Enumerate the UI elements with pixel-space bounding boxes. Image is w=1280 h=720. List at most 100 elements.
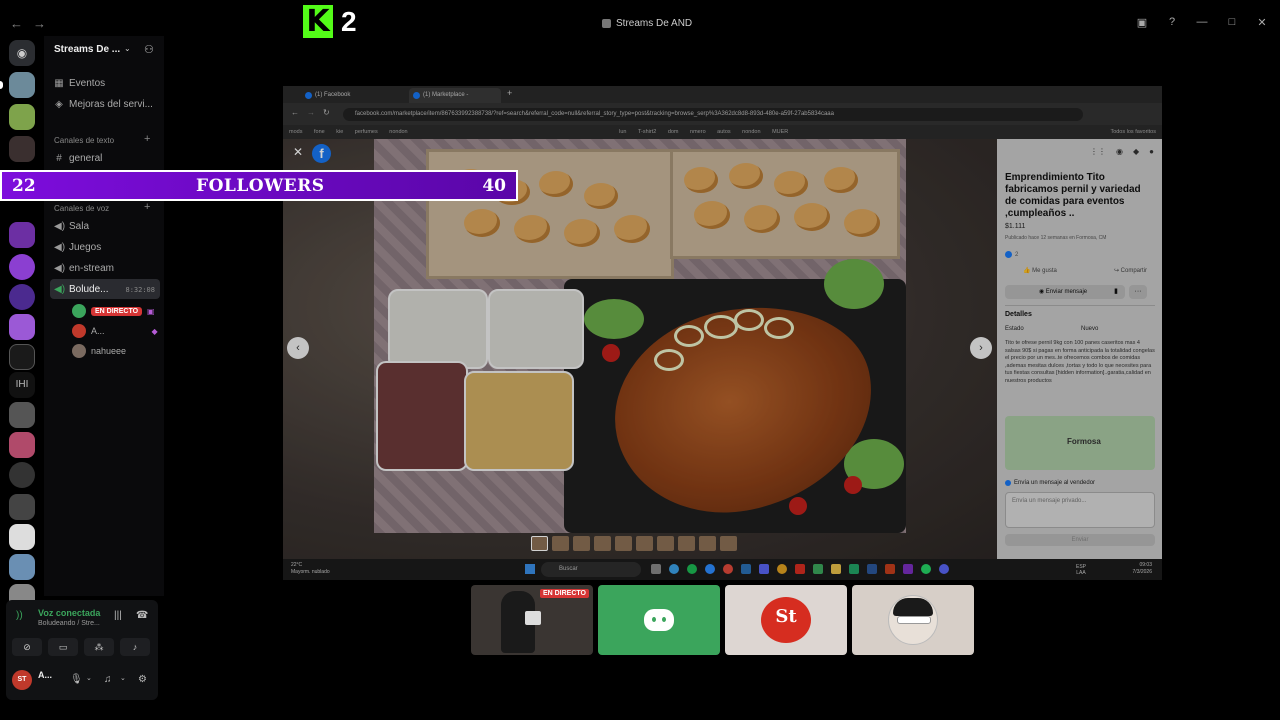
task-view-icon[interactable]: [651, 564, 661, 574]
voice-user-1[interactable]: EN DIRECTO ▣: [72, 304, 155, 318]
channel-general[interactable]: # general: [54, 153, 102, 164]
menu-grid-icon[interactable]: ⋮⋮: [1090, 147, 1106, 156]
bookmark[interactable]: perfumes: [355, 129, 378, 135]
bookmark[interactable]: T-shirt2: [638, 129, 656, 135]
discord-home-icon[interactable]: ◉: [9, 40, 35, 66]
bookmark[interactable]: kie: [336, 129, 343, 135]
sidebar-item-mejoras[interactable]: ◈ Mejoras del servi...: [54, 99, 153, 110]
chrome-icon[interactable]: [723, 564, 733, 574]
like-button[interactable]: 👍 Me gusta: [1023, 267, 1057, 274]
bookmark[interactable]: lun: [619, 129, 626, 135]
bookmark[interactable]: MUER: [772, 129, 788, 135]
all-bookmarks[interactable]: Todos los favoritos: [1110, 125, 1156, 139]
more-options-button[interactable]: ···: [1129, 285, 1147, 299]
stream-view[interactable]: (1) Facebook (1) Marketplace - Emprendim…: [283, 86, 1162, 580]
thumbnail[interactable]: [573, 536, 590, 551]
server-icon-1[interactable]: [9, 72, 35, 98]
help-icon[interactable]: ?: [1166, 16, 1178, 29]
whatsapp-icon[interactable]: [921, 564, 931, 574]
chevron-down-icon[interactable]: ⌄: [86, 674, 92, 682]
participant-tile-stallium[interactable]: St: [725, 585, 847, 655]
voice-channel-juegos[interactable]: ◀) Juegos: [54, 242, 101, 253]
microphone-icon[interactable]: 🎙: [70, 674, 83, 685]
thumbnail[interactable]: [636, 536, 653, 551]
category-voice-channels[interactable]: Canales de voz: [54, 204, 109, 213]
server-icon-8[interactable]: [9, 344, 35, 370]
app-icon[interactable]: [885, 564, 895, 574]
server-icon-4[interactable]: [9, 222, 35, 248]
server-icon-6[interactable]: [9, 284, 35, 310]
edge-icon[interactable]: [705, 564, 715, 574]
back-icon[interactable]: ←: [291, 108, 299, 117]
category-text-channels[interactable]: Canales de texto: [54, 136, 114, 145]
server-icon-15[interactable]: [9, 554, 35, 580]
voice-channel-en-stream[interactable]: ◀) en-stream: [54, 263, 114, 274]
gear-icon[interactable]: ⚙: [138, 674, 147, 685]
activities-button[interactable]: ⁂: [84, 638, 114, 656]
bookmark[interactable]: nondon: [389, 129, 407, 135]
guild-name[interactable]: Streams De ...: [54, 44, 120, 55]
app-icon[interactable]: [795, 564, 805, 574]
reload-icon[interactable]: ↻: [323, 108, 330, 117]
reactions[interactable]: 2: [1005, 251, 1018, 258]
avatar[interactable]: ST: [12, 670, 32, 690]
thumbnail[interactable]: [720, 536, 737, 551]
forward-icon[interactable]: →: [307, 108, 315, 117]
share-button[interactable]: ↪ Compartir: [1114, 267, 1147, 274]
server-icon-7[interactable]: [9, 314, 35, 340]
thumbnail[interactable]: [678, 536, 695, 551]
weather-widget[interactable]: 22°C Mayorm. nublado: [291, 562, 330, 576]
participant-tile-streamer[interactable]: EN DIRECTO: [471, 585, 593, 655]
voice-user-2[interactable]: A... ◆: [72, 324, 158, 338]
chevron-down-icon[interactable]: ⌄: [120, 674, 126, 682]
server-icon-5[interactable]: [9, 254, 35, 280]
server-icon-9[interactable]: IHI: [9, 372, 35, 398]
excel-icon[interactable]: [849, 564, 859, 574]
thumbnail[interactable]: [531, 536, 548, 551]
add-voice-channel-icon[interactable]: +: [144, 201, 150, 213]
language-indicator[interactable]: ESP LAA: [1076, 564, 1086, 576]
taskbar-clock[interactable]: 09:03 7/3/2026: [1133, 562, 1152, 576]
profile-avatar-icon[interactable]: ●: [1149, 147, 1154, 156]
chrome-icon[interactable]: [777, 564, 787, 574]
thumbnail[interactable]: [552, 536, 569, 551]
send-message-button[interactable]: ◉ Enviar mensaje: [1005, 285, 1121, 299]
soundboard-button[interactable]: ♪: [120, 638, 150, 656]
thumbnail[interactable]: [699, 536, 716, 551]
server-icon-10[interactable]: [9, 402, 35, 428]
bookmark[interactable]: autos: [717, 129, 730, 135]
server-icon-14[interactable]: [9, 524, 35, 550]
save-button[interactable]: ▮: [1107, 285, 1125, 299]
screen-share-button[interactable]: ▭: [48, 638, 78, 656]
close-viewer-icon[interactable]: ✕: [293, 145, 303, 159]
disconnect-icon[interactable]: ☎: [136, 610, 148, 621]
folder-icon[interactable]: [831, 564, 841, 574]
word-icon[interactable]: [867, 564, 877, 574]
browser-tab-marketplace[interactable]: (1) Marketplace - Emprendimi...: [409, 88, 501, 113]
close-icon[interactable]: ✕: [1256, 16, 1268, 29]
previous-photo-button[interactable]: ‹: [287, 337, 309, 359]
maximize-icon[interactable]: □: [1226, 16, 1238, 29]
minimize-icon[interactable]: —: [1196, 16, 1208, 29]
sidebar-item-eventos[interactable]: ▦ Eventos: [54, 78, 105, 89]
windows-start-icon[interactable]: [525, 564, 535, 574]
back-arrow-icon[interactable]: ←: [10, 16, 23, 31]
discord-icon[interactable]: [939, 564, 949, 574]
add-channel-icon[interactable]: +: [144, 133, 150, 145]
bookmark[interactable]: mods: [289, 129, 302, 135]
participant-tile-discord[interactable]: [598, 585, 720, 655]
server-icon-13[interactable]: [9, 494, 35, 520]
app-icon[interactable]: [903, 564, 913, 574]
spotify-icon[interactable]: [687, 564, 697, 574]
voice-user-3[interactable]: nahueee: [72, 344, 126, 358]
messenger-icon[interactable]: ◉: [1116, 147, 1123, 156]
participant-tile-avatar[interactable]: [852, 585, 974, 655]
inbox-icon[interactable]: ▣: [1136, 16, 1148, 29]
thumbnail[interactable]: [594, 536, 611, 551]
voice-status[interactable]: Voz conectada: [38, 608, 100, 618]
bookmark[interactable]: nondon: [742, 129, 760, 135]
app-icon[interactable]: [741, 564, 751, 574]
server-icon-12[interactable]: [9, 462, 35, 488]
headphones-icon[interactable]: ♫: [104, 674, 112, 685]
message-input[interactable]: Envía un mensaje privado...: [1005, 492, 1155, 528]
